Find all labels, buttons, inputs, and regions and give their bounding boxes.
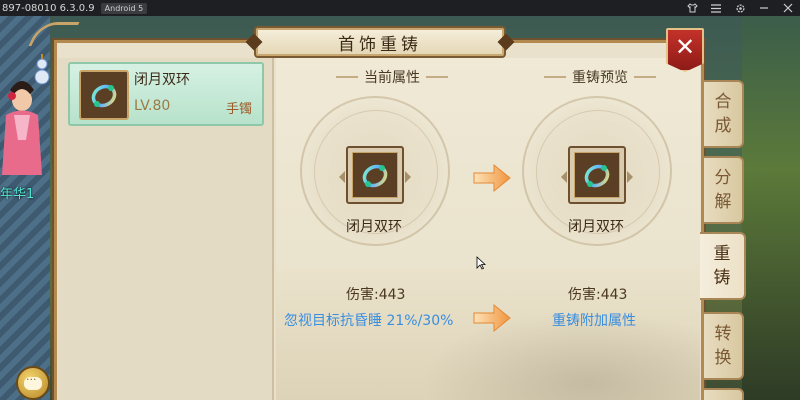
tab-compose[interactable]: 合 成 xyxy=(704,80,744,148)
bracelet-icon xyxy=(352,152,398,198)
reforge-preview-header: 重铸预览 xyxy=(526,66,674,88)
current-attributes-header: 当前属性 xyxy=(318,66,466,88)
preview-item-name: 闭月双环 xyxy=(568,219,624,235)
tab-convert[interactable]: 转 换 xyxy=(704,312,744,380)
panel-title: 首饰重铸 xyxy=(338,34,422,55)
world-foliage xyxy=(742,16,800,400)
shirt-icon[interactable] xyxy=(686,2,698,14)
preview-damage-stat: 伤害:443 xyxy=(568,287,628,303)
android-version-badge: Android 5 xyxy=(100,2,148,14)
chat-bubble-icon xyxy=(24,373,42,390)
tab-compose-label-2: 成 xyxy=(714,116,732,136)
panel-title-banner: 首饰重铸 xyxy=(254,26,506,58)
tab-convert-label-2: 换 xyxy=(714,348,732,368)
tab-decompose[interactable]: 分 解 xyxy=(704,156,744,224)
bracelet-icon xyxy=(574,152,620,198)
chat-button[interactable] xyxy=(16,366,50,400)
emulator-title: 897-08010 6.3.0.9 xyxy=(2,2,95,14)
close-icon[interactable] xyxy=(782,2,794,14)
player-name-label: 年华1 xyxy=(0,187,35,202)
item-level: LV.80 xyxy=(134,98,171,114)
minimize-icon[interactable] xyxy=(758,2,770,14)
tab-reforge[interactable]: 重 铸 xyxy=(700,232,746,300)
tab-compose-label-1: 合 xyxy=(714,92,732,112)
arrow-right-icon xyxy=(473,163,511,193)
tab-reforge-label-1: 重 xyxy=(713,244,731,264)
current-damage-stat: 伤害:443 xyxy=(346,287,406,303)
menu-icon[interactable] xyxy=(710,2,722,14)
preview-extra-stat: 重铸附加属性 xyxy=(552,313,636,329)
gourd-charm-icon xyxy=(34,54,50,85)
current-extra-stat: 忽视目标抗昏睡 21%/30% xyxy=(284,313,454,329)
emulator-controls xyxy=(686,0,794,16)
current-item-name: 闭月双环 xyxy=(346,219,402,235)
item-name: 闭月双环 xyxy=(134,72,190,88)
emulator-titlebar: 897-08010 6.3.0.9 Android 5 xyxy=(0,0,800,16)
mouse-cursor-icon xyxy=(476,256,486,270)
reforge-preview-title: 重铸预览 xyxy=(572,70,628,86)
bracelet-icon xyxy=(79,70,129,120)
preview-item-slot[interactable] xyxy=(561,146,633,204)
arrow-right-icon xyxy=(473,303,511,333)
settings-icon[interactable] xyxy=(734,2,746,14)
item-type: 手镯 xyxy=(226,102,253,117)
tab-reforge-label-2: 铸 xyxy=(713,268,731,288)
close-icon: ✕ xyxy=(674,33,696,61)
tab-decompose-label-2: 解 xyxy=(714,192,732,212)
current-attributes-title: 当前属性 xyxy=(364,70,420,86)
tab-decompose-label-1: 分 xyxy=(714,168,732,188)
current-item-slot[interactable] xyxy=(339,146,411,204)
tab-more[interactable] xyxy=(704,388,744,400)
tab-convert-label-1: 转 xyxy=(714,324,732,344)
